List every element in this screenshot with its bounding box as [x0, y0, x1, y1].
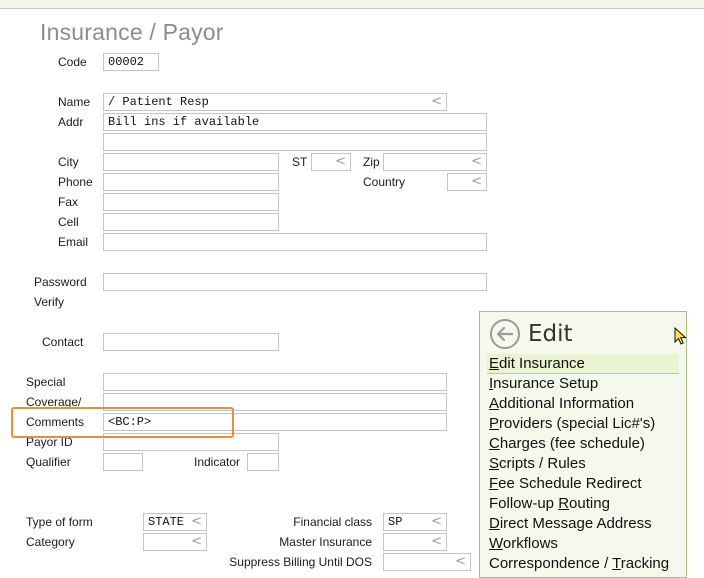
- menu-item-accelerator: S: [489, 455, 500, 472]
- financial-class-label: Financial class: [293, 515, 372, 529]
- master-insurance-field[interactable]: <: [383, 533, 447, 551]
- special-label: Special: [26, 375, 66, 389]
- dropdown-arrow-icon[interactable]: <: [471, 174, 482, 190]
- addr-field[interactable]: Bill ins if available: [103, 113, 487, 131]
- menu-item-accelerator: A: [489, 395, 500, 412]
- financial-class-field[interactable]: SP <: [383, 513, 447, 531]
- financial-class-value: SP: [388, 515, 403, 529]
- menu-item-accelerator: F: [489, 475, 499, 492]
- edit-menu-title: Edit: [528, 321, 573, 347]
- code-label: Code: [58, 55, 87, 69]
- dropdown-arrow-icon[interactable]: <: [431, 94, 442, 110]
- cell-label: Cell: [58, 215, 79, 229]
- st-label: ST: [292, 155, 308, 169]
- menu-item-accelerator: W: [489, 535, 503, 552]
- menu-item-text: orkflows: [502, 535, 558, 552]
- back-arrow-icon[interactable]: [490, 319, 520, 349]
- name-field[interactable]: / Patient Resp <: [103, 93, 447, 111]
- menu-item-accelerator: R: [558, 495, 570, 512]
- indicator-label: Indicator: [194, 455, 241, 469]
- edit-menu-item[interactable]: Additional Information: [487, 394, 679, 414]
- menu-item-text: Correspondence /: [489, 555, 613, 572]
- page-title: Insurance / Payor: [40, 19, 224, 45]
- comments-highlight-box: [11, 407, 234, 438]
- dropdown-arrow-icon[interactable]: <: [191, 514, 202, 530]
- edit-menu-item[interactable]: Insurance Setup: [487, 374, 679, 394]
- type-of-form-value: STATE: [148, 515, 185, 529]
- qualifier-label: Qualifier: [26, 455, 71, 469]
- menu-item-text: cripts / Rules: [499, 455, 586, 472]
- contact-field[interactable]: [103, 333, 279, 351]
- code-field[interactable]: 00002: [103, 53, 159, 71]
- addr2-field[interactable]: [103, 133, 487, 151]
- category-field[interactable]: <: [143, 533, 207, 551]
- menu-item-text: Follow-up: [489, 495, 559, 512]
- menu-item-text: nsurance Setup: [493, 375, 599, 392]
- type-of-form-field[interactable]: STATE <: [143, 513, 207, 531]
- city-field[interactable]: [103, 153, 279, 171]
- edit-menu-item[interactable]: Correspondence / Tracking: [487, 554, 679, 574]
- type-of-form-label: Type of form: [26, 515, 93, 529]
- cell-field[interactable]: [103, 213, 279, 231]
- menu-item-text: dit Insurance: [499, 355, 585, 372]
- dropdown-arrow-icon[interactable]: <: [431, 514, 442, 530]
- dropdown-arrow-icon[interactable]: <: [191, 534, 202, 550]
- indicator-field[interactable]: [247, 453, 279, 471]
- mouse-cursor-icon: [674, 327, 687, 345]
- special-field[interactable]: [103, 373, 447, 391]
- menu-item-text: racking: [620, 555, 670, 572]
- name-value: / Patient Resp: [108, 95, 209, 109]
- password-field[interactable]: [103, 273, 487, 291]
- city-label: City: [58, 155, 79, 169]
- edit-menu-item[interactable]: Edit Insurance: [487, 354, 679, 374]
- edit-menu-item[interactable]: Workflows: [487, 534, 679, 554]
- menu-item-text: harges (fee schedule): [499, 435, 645, 452]
- country-label: Country: [363, 175, 406, 189]
- email-field[interactable]: [103, 233, 487, 251]
- fax-label: Fax: [58, 195, 79, 209]
- addr-label: Addr: [58, 115, 84, 129]
- zip-field[interactable]: <: [383, 153, 487, 171]
- suppress-billing-field[interactable]: <: [383, 553, 471, 571]
- menu-item-accelerator: C: [489, 435, 500, 452]
- contact-label: Contact: [42, 335, 84, 349]
- menu-item-text: irect Message Address: [499, 515, 652, 532]
- master-insurance-label: Master Insurance: [279, 535, 372, 549]
- zip-label: Zip: [363, 155, 380, 169]
- country-field[interactable]: <: [447, 173, 487, 191]
- window-top-band: [0, 0, 704, 9]
- edit-menu-item[interactable]: Scripts / Rules: [487, 454, 679, 474]
- menu-item-text: dditional Information: [499, 395, 635, 412]
- password-label: Password: [34, 275, 87, 289]
- dropdown-arrow-icon[interactable]: <: [335, 154, 346, 170]
- edit-menu-item[interactable]: Charges (fee schedule): [487, 434, 679, 454]
- menu-item-accelerator: P: [489, 415, 500, 432]
- menu-item-accelerator: E: [489, 355, 500, 372]
- edit-menu-item[interactable]: Direct Message Address: [487, 514, 679, 534]
- edit-menu-item[interactable]: Providers (special Lic#'s): [487, 414, 679, 434]
- edit-menu-item[interactable]: Fee Schedule Redirect: [487, 474, 679, 494]
- phone-field[interactable]: [103, 173, 279, 191]
- menu-item-accelerator: T: [612, 555, 621, 572]
- verify-label: Verify: [34, 295, 65, 309]
- dropdown-arrow-icon[interactable]: <: [471, 154, 482, 170]
- email-label: Email: [58, 235, 89, 249]
- edit-menu-panel: Edit Edit Insurance Insurance Setup Additi…: [479, 311, 687, 578]
- name-label: Name: [58, 95, 91, 109]
- menu-item-text: ee Schedule Redirect: [498, 475, 642, 492]
- suppress-billing-label: Suppress Billing Until DOS: [229, 555, 372, 569]
- qualifier-field[interactable]: [103, 453, 143, 471]
- dropdown-arrow-icon[interactable]: <: [431, 534, 442, 550]
- dropdown-arrow-icon[interactable]: <: [455, 554, 466, 570]
- fax-field[interactable]: [103, 193, 279, 211]
- menu-item-accelerator: D: [489, 515, 500, 532]
- category-label: Category: [26, 535, 75, 549]
- edit-menu-item[interactable]: Follow-up Routing: [487, 494, 679, 514]
- st-field[interactable]: <: [311, 153, 351, 171]
- menu-item-text: roviders (special Lic#'s): [499, 415, 656, 432]
- phone-label: Phone: [58, 175, 93, 189]
- menu-item-text: outing: [569, 495, 610, 512]
